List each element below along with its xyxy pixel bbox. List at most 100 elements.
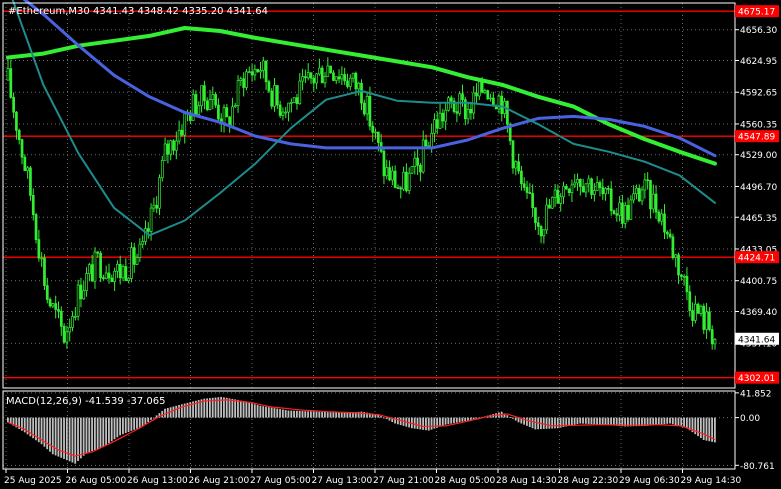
candle-body [517,161,520,172]
macd-bar [276,408,279,418]
candle-body [132,247,136,265]
macd-bar [265,406,267,418]
macd-bar [262,406,265,418]
candle-body [290,102,293,104]
candle [626,197,630,222]
candle [211,86,215,110]
candle [663,204,666,240]
time-tick-label: 29 Aug 06:30 [619,476,680,486]
macd-bar [596,417,598,425]
candle [660,209,664,226]
candle-body [149,207,153,232]
candle [360,79,363,111]
candle-body [595,182,599,191]
ethereum-price-chart[interactable]: 4656.30 4624.95 4592.65 4560.35 4529.00 4496.… [0,0,781,489]
candle [705,302,708,339]
candle [287,102,290,122]
candle-body [102,277,105,280]
candle-body [233,105,237,108]
macd-bar [253,404,256,418]
macd-bar [380,416,382,418]
candle-body [284,111,288,114]
macd-bar [96,417,99,450]
candle [245,69,248,91]
candle [534,207,537,230]
candle-body [469,108,473,114]
candle-body [492,97,495,106]
macd-bar [85,417,88,454]
candle-body [702,305,706,330]
candle-body [31,195,35,215]
macd-bar [315,411,318,418]
candle-body [124,266,128,281]
price-tick-label: 4656.30 [740,26,777,36]
candle [598,180,602,197]
candle-body [76,284,80,317]
candle-body [163,143,167,161]
candle [564,183,568,190]
ohlc-low: 4335.20 [182,6,223,17]
candle-body [520,170,523,185]
candle-body [598,182,602,189]
candle-body [651,193,655,210]
level-label: 4424.71 [738,254,775,264]
candle [65,325,69,349]
candle-body [424,139,428,147]
macd-bar [82,417,85,456]
candle-body [23,156,27,172]
chart-ohlc: 4341.43 4348.42 4335.20 4341.64 [93,6,268,17]
macd-bar [453,417,455,424]
candle [130,242,133,283]
candle-body [416,157,419,166]
macd-bar [573,417,576,425]
candle-body [365,95,369,115]
candle-body [29,167,32,196]
candle-body [59,310,63,327]
candle [536,216,540,235]
macd-bar [237,399,239,418]
time-axis: 25 Aug 2025 26 Aug 05:00 26 Aug 13:00 26 Au… [4,469,741,486]
candle-body [135,257,139,265]
candle-body [43,257,46,286]
main-grid [3,3,735,388]
candle [455,103,459,123]
candle-body [629,199,633,220]
macd-bar [284,410,287,418]
candle-body [82,290,86,300]
candle-body [691,310,694,321]
candle [31,188,35,221]
candle [351,72,355,83]
macd-bar [514,417,517,421]
candle-body [447,97,450,111]
candle-body [45,285,49,300]
candle [713,338,717,350]
candle [124,258,128,281]
candle [85,267,88,297]
support-resistance-levels [3,10,735,379]
macd-bar [321,411,324,418]
candle [48,297,52,308]
macd-bar [279,409,281,418]
macd-bar [295,410,298,418]
candle-body [183,113,187,136]
candle-body [351,72,355,79]
candle-body [710,329,714,345]
candle-body [155,204,159,209]
candle [203,80,206,110]
candle-body [402,171,405,190]
candle [222,104,226,133]
candle-body [461,93,464,101]
price-tick-label: 4624.95 [740,57,777,67]
candle [200,85,203,113]
candle [281,107,285,121]
candle [9,59,13,99]
candle-body [506,100,509,125]
price-tick-label: 4592.65 [740,89,777,99]
candle-body [534,207,537,224]
candle-body [337,76,341,80]
macd-bar [324,412,326,418]
candle-body [430,132,433,149]
price-tick-label: 4496.70 [740,183,777,193]
macd-bar [152,417,155,419]
candle [332,70,335,82]
